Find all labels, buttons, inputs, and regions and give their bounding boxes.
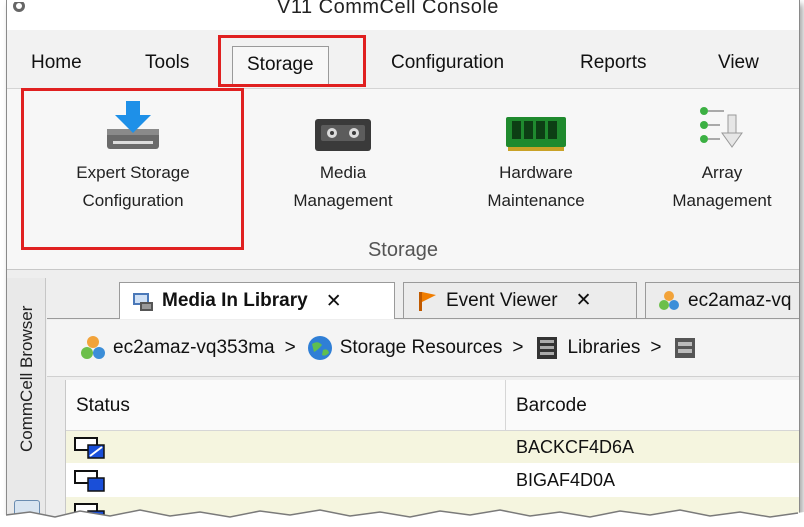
tab-strip: Media In Library ✕ Event Viewer ✕ ec2ama… [47, 278, 799, 319]
media-grid: Status Barcode BACKCF4D6A BIGAF4D0A [65, 380, 799, 520]
menu-view[interactable]: View [718, 52, 759, 74]
media-status-icon [74, 470, 105, 492]
title-bar: V11 CommCell Console [7, 0, 799, 30]
array-management-button[interactable]: Array Management [647, 99, 797, 215]
breadcrumb-separator: > [650, 337, 662, 358]
commcell-browser-label: CommCell Browser [17, 305, 36, 452]
tape-cassette-icon [311, 99, 375, 155]
tab-media-in-library[interactable]: Media In Library ✕ [119, 282, 395, 319]
menu-configuration[interactable]: Configuration [391, 52, 504, 74]
crumb-storage-resources[interactable]: Storage Resources [306, 334, 503, 362]
media-status-icon [74, 503, 105, 520]
array-management-label-line1: Array [701, 163, 743, 182]
ribbon-panel: Expert Storage Configuration Media Manag… [7, 88, 799, 270]
tab-ec2amaz-label: ec2amaz-vq [688, 289, 792, 311]
media-management-button[interactable]: Media Management [263, 99, 423, 215]
table-row[interactable] [66, 497, 799, 520]
tab-event-viewer[interactable]: Event Viewer ✕ [403, 282, 637, 318]
media-management-label-line1: Media [319, 163, 367, 182]
media-library-icon [132, 290, 154, 312]
array-arrow-icon [690, 99, 754, 155]
hardware-maintenance-button[interactable]: Hardware Maintenance [461, 99, 611, 215]
app-icon [13, 2, 25, 12]
tab-event-viewer-label: Event Viewer [446, 289, 558, 311]
globe-icon [306, 334, 334, 362]
tab-ec2amaz[interactable]: ec2amaz-vq [645, 282, 799, 318]
flag-icon [416, 290, 438, 312]
media-status-icon [74, 437, 105, 459]
close-icon[interactable]: ✕ [576, 289, 592, 312]
crumb-storage-resources-label: Storage Resources [339, 337, 503, 358]
library-icon [533, 334, 561, 362]
close-icon[interactable]: ✕ [326, 290, 342, 313]
breadcrumb-separator: > [512, 337, 524, 358]
app-window: V11 CommCell Console Home Tools Storage … [6, 0, 800, 520]
browser-pane-icon [14, 500, 40, 520]
breadcrumb-separator: > [284, 337, 296, 358]
menu-home[interactable]: Home [31, 52, 82, 74]
commcell-browser-sidetab[interactable]: CommCell Browser [7, 278, 46, 520]
breadcrumb: ec2amaz-vq353ma > Storage Resources > Li… [47, 320, 799, 377]
array-management-label-line2: Management [672, 191, 772, 210]
memory-board-icon [504, 99, 568, 155]
table-row[interactable]: BIGAF4D0A [66, 464, 799, 496]
menu-tools[interactable]: Tools [145, 52, 189, 74]
window-title: V11 CommCell Console [277, 0, 499, 18]
expert-storage-label-line2: Configuration [82, 191, 184, 210]
hardware-maintenance-label-line2: Maintenance [487, 191, 585, 210]
menu-bar: Home Tools Storage Configuration Reports… [7, 38, 799, 88]
crumb-commcell-label: ec2amaz-vq353ma [113, 337, 275, 358]
media-management-label-line2: Management [293, 191, 393, 210]
workspace: CommCell Browser Media In Library ✕ Even… [7, 270, 799, 520]
expert-storage-label-line1: Expert Storage [76, 163, 190, 182]
hardware-maintenance-label-line1: Hardware [499, 163, 573, 182]
crumb-libraries[interactable]: Libraries [533, 334, 640, 362]
tab-media-in-library-label: Media In Library [162, 290, 308, 311]
crumb-libraries-label: Libraries [567, 337, 641, 358]
storage-download-icon [101, 99, 165, 155]
menu-storage[interactable]: Storage [232, 46, 329, 87]
column-header-status[interactable]: Status [66, 380, 506, 430]
commcell-icon [658, 290, 680, 312]
grid-header: Status Barcode [66, 380, 799, 431]
expert-storage-configuration-button[interactable]: Expert Storage Configuration [33, 99, 233, 215]
commcell-icon [79, 334, 107, 362]
barcode-cell: BIGAF4D0A [516, 470, 616, 490]
crumb-commcell[interactable]: ec2amaz-vq353ma [79, 334, 275, 362]
table-row[interactable]: BACKCF4D6A [66, 431, 799, 463]
ribbon-group-label: Storage [367, 239, 439, 261]
menu-reports[interactable]: Reports [580, 52, 647, 74]
column-header-barcode[interactable]: Barcode [506, 380, 799, 430]
library-icon[interactable] [671, 334, 699, 362]
barcode-cell: BACKCF4D6A [516, 437, 635, 457]
